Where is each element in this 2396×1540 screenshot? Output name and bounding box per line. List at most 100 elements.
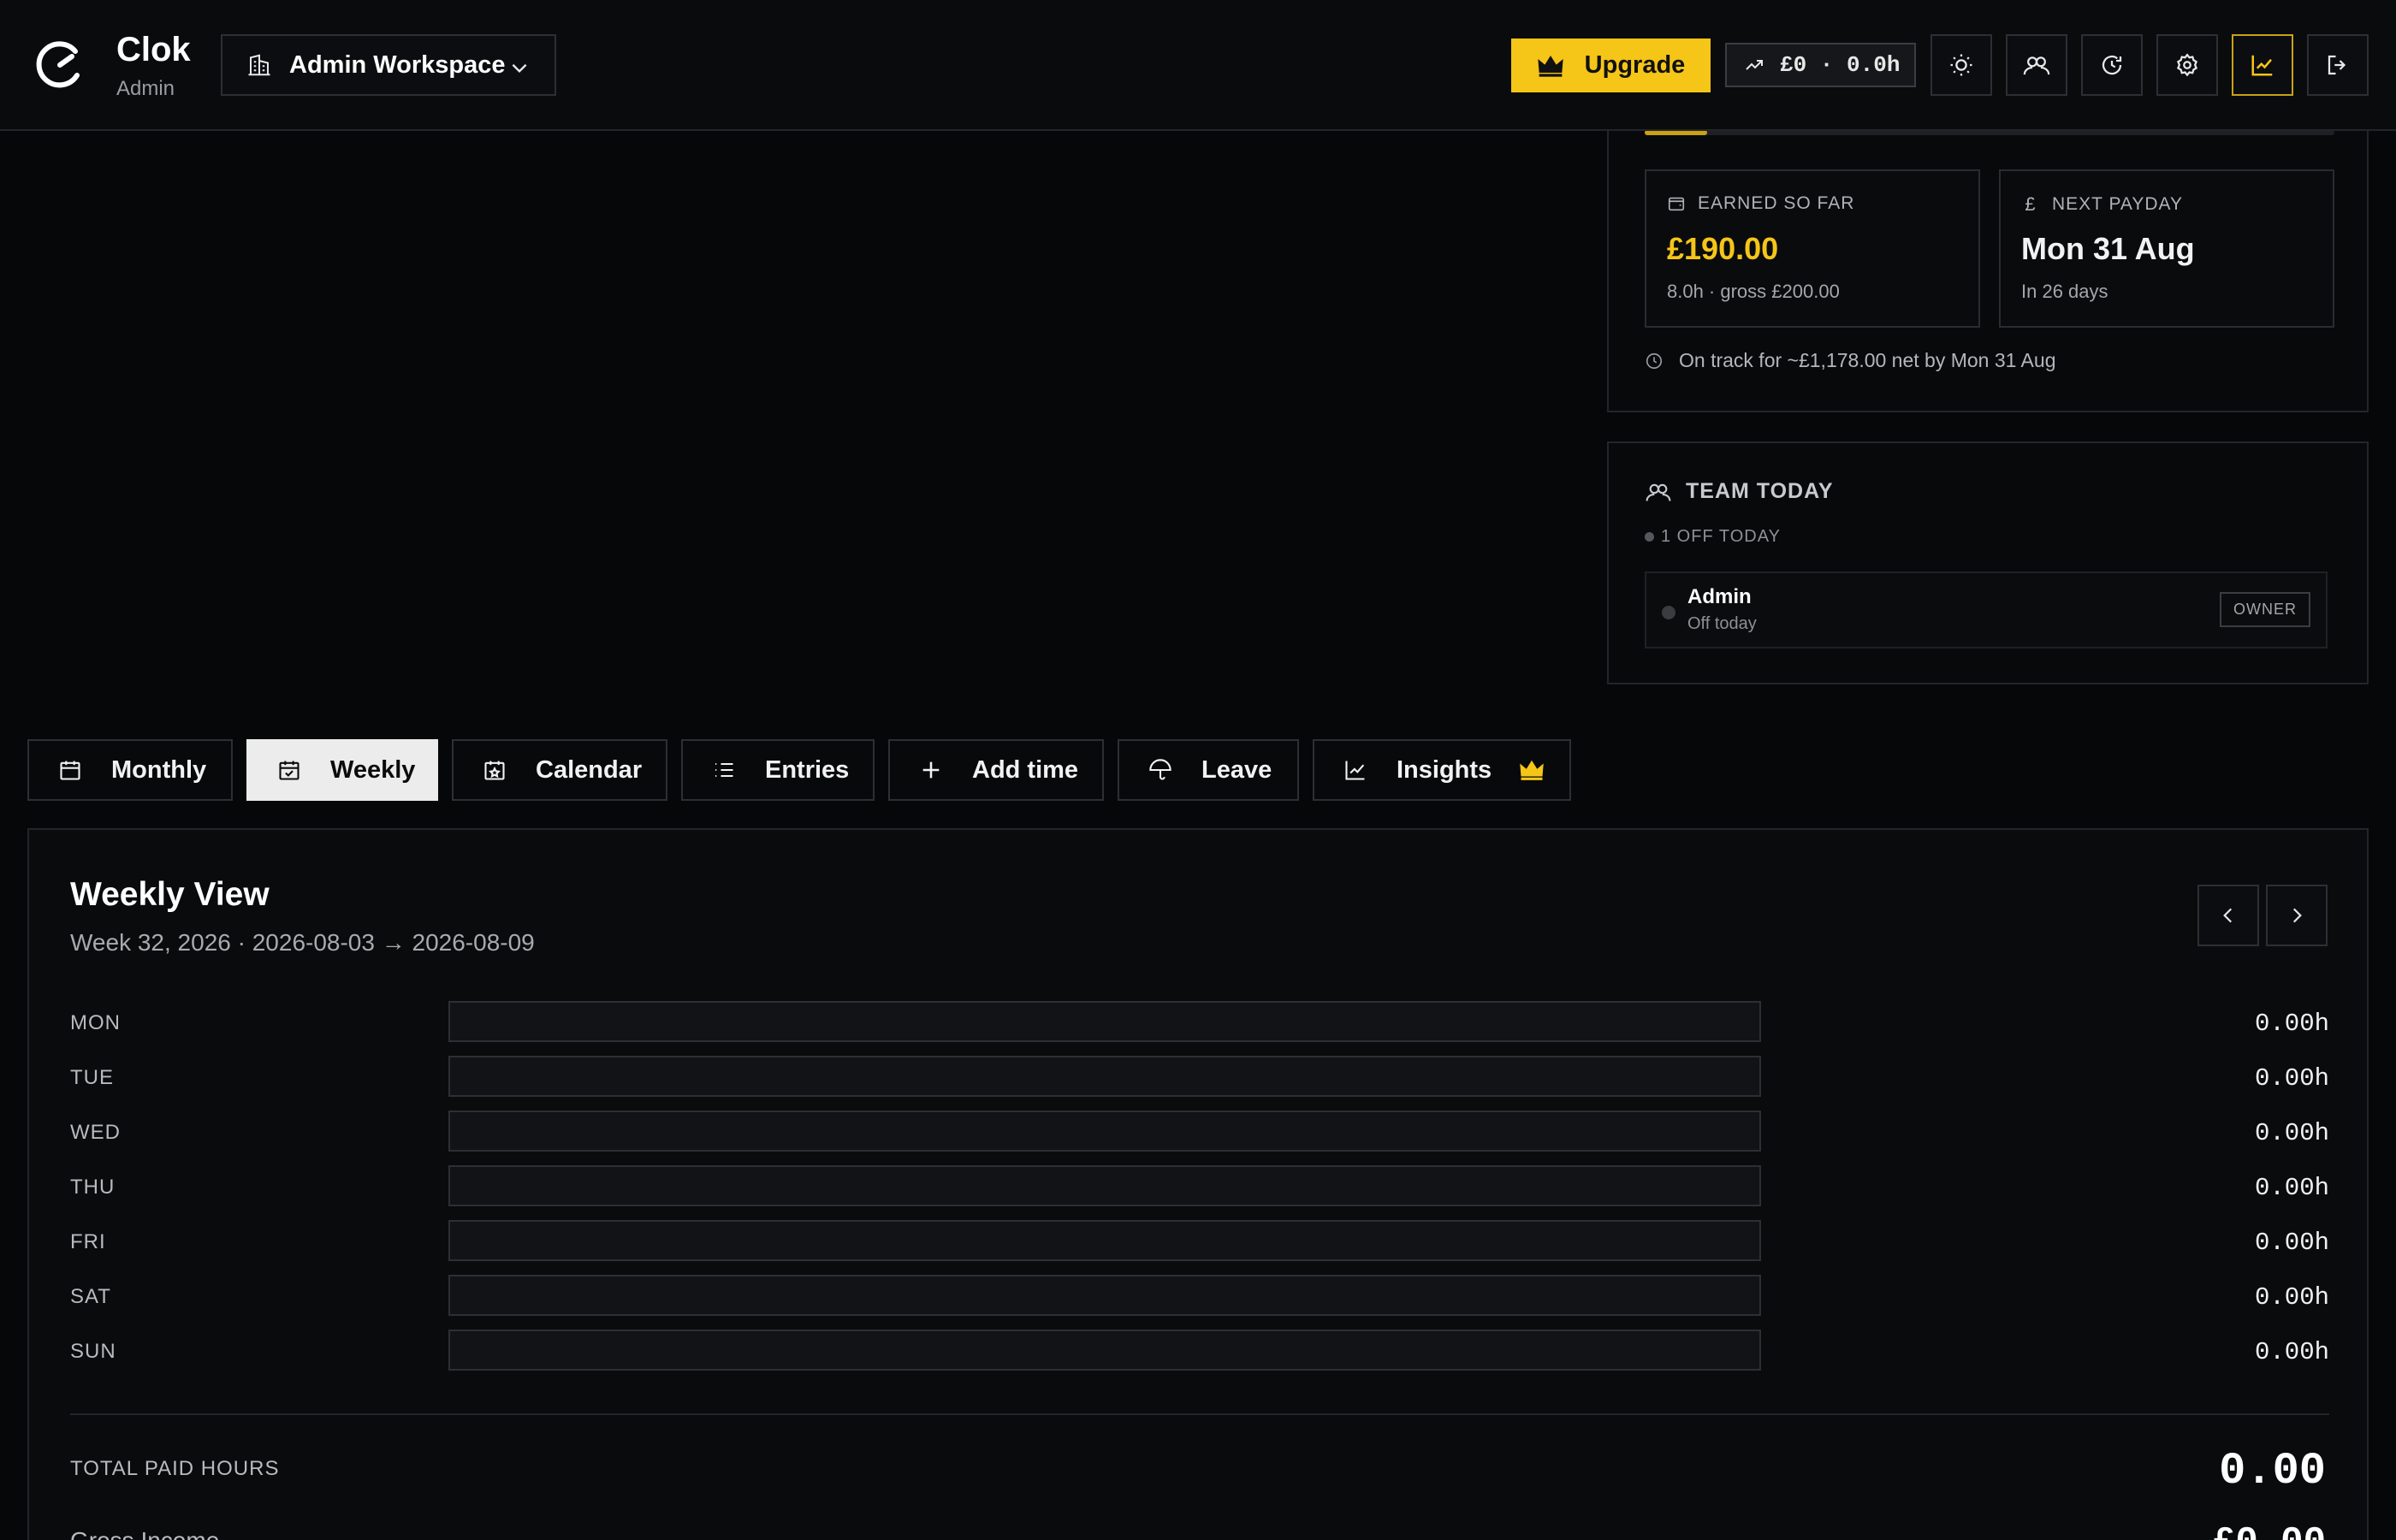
tab-label: Leave xyxy=(1201,755,1272,784)
weekly-title: Weekly View xyxy=(70,876,270,913)
next-week-button[interactable] xyxy=(2266,885,2328,946)
team-button[interactable] xyxy=(2006,34,2067,96)
day-name: WED xyxy=(70,1121,121,1144)
earned-detail: 8.0h · gross £200.00 xyxy=(1667,281,1840,302)
chevron-down-icon xyxy=(508,56,531,79)
stats-text: £0 · 0.0h xyxy=(1780,52,1901,78)
workspace-selector[interactable]: Admin Workspace xyxy=(221,34,556,96)
day-hours-bar xyxy=(448,1001,1761,1042)
wallet-icon xyxy=(1667,194,1686,213)
owner-badge: OWNER xyxy=(2220,592,2310,627)
day-row-mon: MON 0.00h xyxy=(70,1001,2329,1044)
chevron-left-icon xyxy=(2217,904,2239,927)
gross-income-value: £0.00 xyxy=(2213,1521,2326,1540)
theme-toggle-button[interactable] xyxy=(1930,34,1992,96)
day-name: THU xyxy=(70,1176,116,1199)
tab-insights[interactable]: Insights xyxy=(1313,739,1571,801)
app-role: Admin xyxy=(116,77,175,100)
day-name: FRI xyxy=(70,1230,106,1253)
pay-summary-card: EARNED SO FAR £190.00 8.0h · gross £200.… xyxy=(1607,111,2369,412)
gross-income-label: Gross Income xyxy=(70,1527,219,1540)
tab-label: Insights xyxy=(1397,755,1492,784)
logout-icon xyxy=(2325,52,2351,78)
day-name: MON xyxy=(70,1011,121,1034)
clock-icon xyxy=(1645,352,1664,370)
tab-weekly[interactable]: Weekly xyxy=(246,739,438,801)
logout-button[interactable] xyxy=(2307,34,2369,96)
tab-label: Monthly xyxy=(111,755,207,784)
tab-calendar[interactable]: Calendar xyxy=(452,739,667,801)
day-hours-bar xyxy=(448,1111,1761,1152)
day-hours: 0.00h xyxy=(2254,1283,2329,1312)
users-icon xyxy=(1645,480,1672,504)
crown-icon xyxy=(1537,54,1564,78)
chart-icon xyxy=(2250,52,2275,78)
day-name: SAT xyxy=(70,1285,111,1308)
tab-leave[interactable]: Leave xyxy=(1118,739,1299,801)
day-hours-bar xyxy=(448,1220,1761,1261)
team-title: TEAM TODAY xyxy=(1686,479,1834,503)
tab-label: Add time xyxy=(972,755,1079,784)
clok-logo-icon[interactable] xyxy=(33,38,87,92)
day-hours-bar xyxy=(448,1330,1761,1371)
settings-button[interactable] xyxy=(2156,34,2218,96)
day-hours-bar xyxy=(448,1056,1761,1097)
day-row-fri: FRI 0.00h xyxy=(70,1220,2329,1263)
chevron-right-icon xyxy=(2286,904,2308,927)
users-icon xyxy=(2023,52,2050,78)
sun-icon xyxy=(1948,52,1974,78)
calendar-check-icon xyxy=(277,758,301,782)
team-member-row[interactable]: Admin Off today OWNER xyxy=(1645,572,2328,649)
day-hours: 0.00h xyxy=(2254,1119,2329,1147)
tab-add-time[interactable]: Add time xyxy=(888,739,1104,801)
history-button[interactable] xyxy=(2081,34,2143,96)
day-row-wed: WED 0.00h xyxy=(70,1111,2329,1153)
divider xyxy=(70,1413,2329,1415)
weekly-view-panel: Weekly View Week 32, 2026 · 2026-08-03 →… xyxy=(27,828,2369,1540)
upgrade-label: Upgrade xyxy=(1584,51,1686,79)
pound-icon: £ xyxy=(2025,193,2037,215)
app-name: Clok xyxy=(116,31,191,68)
tab-monthly[interactable]: Monthly xyxy=(27,739,233,801)
day-name: SUN xyxy=(70,1340,116,1363)
umbrella-icon xyxy=(1148,758,1172,782)
on-track-note: On track for ~£1,178.00 net by Mon 31 Au… xyxy=(1645,349,2055,372)
day-hours: 0.00h xyxy=(2254,1064,2329,1093)
chart-icon xyxy=(1343,758,1367,782)
on-track-text: On track for ~£1,178.00 net by Mon 31 Au… xyxy=(1679,349,2056,371)
day-row-sun: SUN 0.00h xyxy=(70,1330,2329,1372)
day-name: TUE xyxy=(70,1066,114,1089)
tab-label: Entries xyxy=(765,755,850,784)
tab-label: Calendar xyxy=(536,755,643,784)
tab-entries[interactable]: Entries xyxy=(681,739,875,801)
day-hours: 0.00h xyxy=(2254,1229,2329,1257)
history-icon xyxy=(2099,52,2125,78)
trending-up-icon xyxy=(1744,55,1764,75)
previous-week-button[interactable] xyxy=(2197,885,2259,946)
total-paid-hours-label: TOTAL PAID HOURS xyxy=(70,1457,280,1480)
gear-icon xyxy=(2174,52,2200,78)
day-hours: 0.00h xyxy=(2254,1174,2329,1202)
insights-button[interactable] xyxy=(2232,34,2293,96)
member-status-dot-icon xyxy=(1662,606,1675,619)
earned-so-far-card: EARNED SO FAR £190.00 8.0h · gross £200.… xyxy=(1645,169,1980,328)
workspace-name: Admin Workspace xyxy=(289,50,506,79)
tab-label: Weekly xyxy=(330,755,416,784)
premium-crown-icon xyxy=(1519,759,1545,781)
member-status: Off today xyxy=(1687,614,1757,633)
top-bar: Clok Admin Admin Workspace Upgrade £0 · … xyxy=(0,0,2396,131)
day-row-sat: SAT 0.00h xyxy=(70,1275,2329,1318)
team-today-card: TEAM TODAY 1 OFF TODAY Admin Off today O… xyxy=(1607,441,2369,684)
payday-date: Mon 31 Aug xyxy=(2021,231,2195,266)
earned-caption: EARNED SO FAR xyxy=(1698,193,1855,213)
total-paid-hours-value: 0.00 xyxy=(2219,1446,2326,1496)
day-row-thu: THU 0.00h xyxy=(70,1165,2329,1208)
off-today-text: 1 OFF TODAY xyxy=(1661,527,1781,546)
day-hours-bar xyxy=(448,1165,1761,1206)
list-icon xyxy=(712,758,736,782)
week-range: Week 32, 2026 · 2026-08-03 → 2026-08-09 xyxy=(70,929,535,956)
upgrade-button[interactable]: Upgrade xyxy=(1511,38,1711,92)
status-dot-icon xyxy=(1645,532,1654,542)
earnings-hours-chip[interactable]: £0 · 0.0h xyxy=(1725,43,1916,87)
building-icon xyxy=(246,52,272,78)
